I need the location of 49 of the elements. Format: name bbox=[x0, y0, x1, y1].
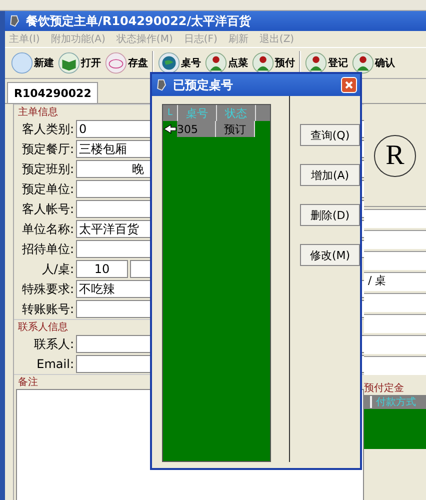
toolbar-button[interactable]: 打开 bbox=[56, 52, 103, 74]
table-cell: 305 bbox=[177, 121, 216, 137]
group-title: 备注 bbox=[18, 376, 38, 389]
field-label: 特殊要求: bbox=[20, 280, 74, 298]
close-button[interactable] bbox=[341, 77, 357, 93]
input-field[interactable] bbox=[364, 314, 426, 333]
tab[interactable]: R104290022 bbox=[7, 82, 98, 103]
field-label: 预定班别: bbox=[20, 160, 74, 178]
column-header: 付款方式 bbox=[375, 396, 416, 409]
field-label: 客人帐号: bbox=[20, 200, 74, 218]
dialog-button[interactable]: 修改(M) bbox=[300, 244, 360, 266]
field-label: 单位名称: bbox=[20, 220, 74, 238]
field-label: 联系人: bbox=[32, 336, 74, 352]
input-field[interactable]: 10 bbox=[76, 260, 128, 278]
input-field[interactable] bbox=[364, 209, 426, 228]
table-cell: 预订 bbox=[216, 121, 255, 137]
input-field[interactable] bbox=[364, 335, 426, 354]
group-title: 主单信息 bbox=[18, 106, 58, 119]
app-icon bbox=[155, 78, 169, 92]
toolbar-button[interactable]: 新建 bbox=[9, 52, 56, 74]
window-title: 餐饮预定主单/R104290022/太平洋百货 bbox=[26, 12, 252, 30]
close-icon bbox=[344, 80, 354, 90]
book-icon bbox=[58, 52, 80, 74]
input-field[interactable] bbox=[364, 356, 426, 375]
input-field[interactable] bbox=[364, 230, 426, 249]
table-background bbox=[364, 409, 426, 449]
field-label: 人/桌: bbox=[40, 260, 74, 278]
input-field[interactable] bbox=[364, 293, 426, 312]
pointer-icon bbox=[163, 123, 177, 135]
group-title: 预付定金 bbox=[364, 382, 405, 395]
field-label: 预定餐厅: bbox=[20, 140, 74, 158]
unit-label: / 桌 bbox=[368, 274, 386, 287]
registered-mark: R bbox=[374, 135, 416, 177]
field-label: 转账账号: bbox=[20, 300, 74, 318]
field-label: 客人类别: bbox=[20, 120, 74, 138]
toolbar-button[interactable]: 确认 bbox=[350, 52, 397, 74]
field-label: Email: bbox=[36, 357, 74, 371]
input-field[interactable] bbox=[364, 251, 426, 270]
dialog-button[interactable]: 增加(A) bbox=[300, 164, 360, 186]
dialog-button[interactable]: 删除(D) bbox=[300, 204, 360, 226]
dialog-button[interactable]: 查询(Q) bbox=[300, 124, 360, 146]
field-label: 预定单位: bbox=[20, 180, 74, 198]
disk-icon bbox=[105, 52, 127, 74]
toolbar-button[interactable]: 存盘 bbox=[103, 52, 150, 74]
field-label: 招待单位: bbox=[20, 240, 74, 258]
app-icon bbox=[8, 14, 22, 28]
dialog-title: 已预定桌号 bbox=[173, 76, 233, 94]
circle-icon bbox=[11, 52, 33, 74]
group-title: 联系人信息 bbox=[18, 320, 68, 334]
